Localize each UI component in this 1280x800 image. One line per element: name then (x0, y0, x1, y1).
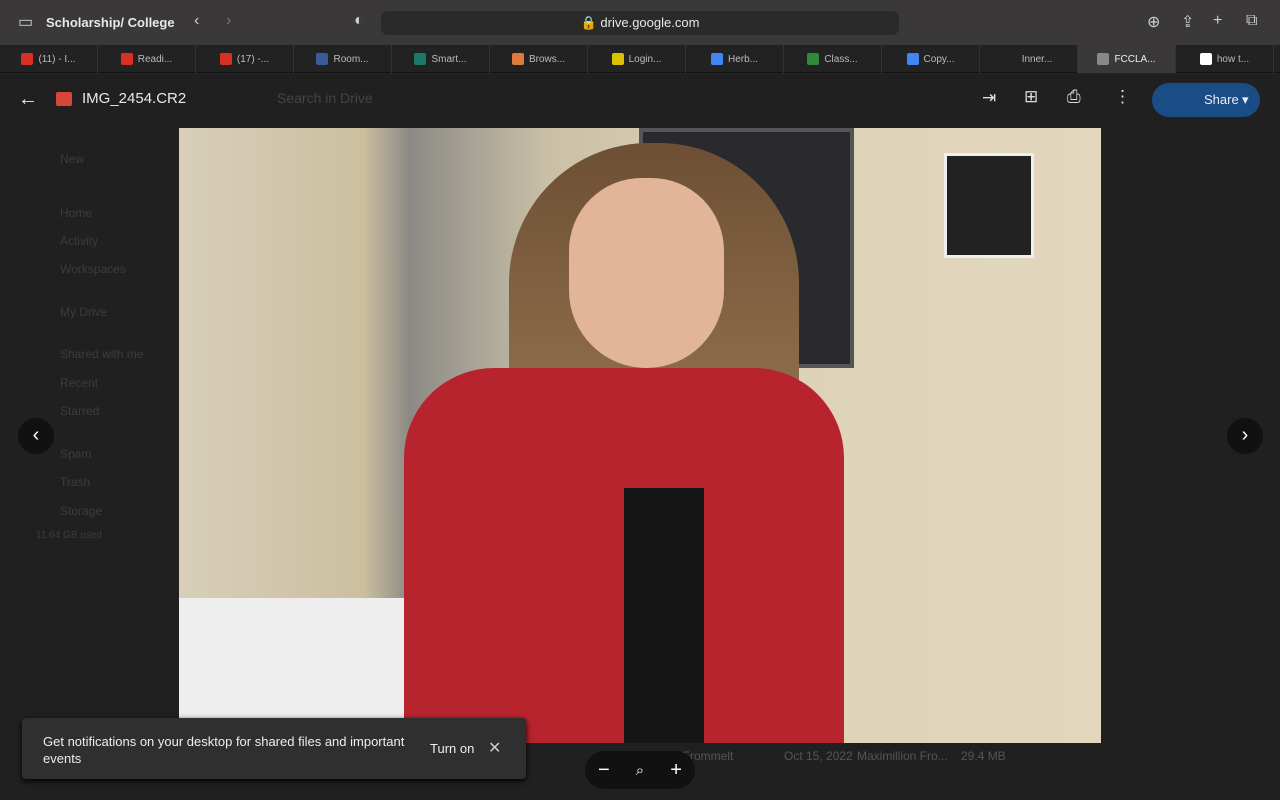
storage-used: 11.64 GB used (36, 530, 102, 541)
download-icon[interactable]: ⊕ (1147, 12, 1160, 32)
image-preview (179, 128, 1101, 743)
black-shirt (624, 488, 704, 743)
new-button[interactable]: New (60, 152, 84, 166)
search-input[interactable]: Search in Drive (277, 90, 373, 106)
share-label: Share (1204, 92, 1239, 107)
sidebar-item-shared-with-me[interactable]: Shared with me (60, 347, 143, 361)
back-icon[interactable]: ‹ (194, 12, 199, 30)
tab-label: Brows... (528, 53, 566, 65)
tab-label: (17) -... (236, 53, 270, 65)
face (569, 178, 724, 368)
close-icon[interactable]: ✕ (488, 738, 501, 758)
google-favicon-icon (1199, 53, 1212, 65)
row-size: 29.4 MB (961, 749, 1006, 763)
tab-label: FCCLA... (1114, 53, 1156, 65)
tab-label: how t... (1216, 53, 1250, 65)
new-tab-icon[interactable]: + (1213, 12, 1222, 30)
drive-app: ← IMG_2454.CR2 Search in Drive ⇥ ⊞ ⎙ ⋮ S… (0, 74, 1280, 800)
browser-tab[interactable]: Smart... (392, 45, 490, 73)
tab-overview-icon[interactable]: ⧉ (1246, 12, 1257, 30)
g-favicon-icon (1097, 53, 1110, 65)
tab-label: Herb... (727, 53, 758, 65)
browser-tab[interactable]: how t... (1176, 45, 1274, 73)
previous-button[interactable]: ‹ (18, 418, 54, 454)
toast-message: Get notifications on your desktop for sh… (43, 734, 405, 766)
sidebar-item-trash[interactable]: Trash (60, 475, 90, 489)
tab-label: Inner... (1021, 53, 1053, 65)
s-favicon-icon (414, 53, 427, 65)
sidebar-item-my-drive[interactable]: My Drive (60, 305, 107, 319)
share-dropdown-icon[interactable]: ▾ (1242, 83, 1249, 117)
tab-label: Readi... (137, 53, 173, 65)
star-favicon-icon (611, 53, 624, 65)
gmail-favicon-icon (219, 53, 232, 65)
sidebar-item-home[interactable]: Home (60, 206, 92, 220)
print-icon[interactable]: ⎙ (1067, 87, 1081, 107)
notification-toast: Get notifications on your desktop for sh… (22, 718, 526, 779)
tab-label: Login... (628, 53, 662, 65)
sidebar-item-storage[interactable]: Storage (60, 504, 102, 518)
add-comment-icon[interactable]: ⊞ (1024, 87, 1038, 107)
zoom-controls: − ⌕ + (585, 751, 695, 789)
tab-group-label[interactable]: Scholarship/ College (46, 15, 175, 30)
browser-tab[interactable]: Herb... (686, 45, 784, 73)
open-with-icon[interactable]: ⇥ (982, 88, 996, 108)
browser-tab[interactable]: Room... (294, 45, 392, 73)
address-bar[interactable]: 🔒 drive.google.com (381, 11, 899, 35)
poster (944, 153, 1034, 258)
gmail-favicon-icon (21, 53, 34, 65)
zoom-reset-icon[interactable]: ⌕ (636, 762, 644, 779)
browser-tab[interactable]: Login... (588, 45, 686, 73)
p-favicon-icon (511, 53, 524, 65)
docs-favicon-icon (710, 53, 723, 65)
sidebar-item-spam[interactable]: Spam (60, 447, 91, 461)
browser-tab[interactable]: Brows... (490, 45, 588, 73)
tab-label: Copy... (923, 53, 955, 65)
tab-label: Class... (824, 53, 858, 65)
more-options-icon[interactable]: ⋮ (1114, 87, 1131, 107)
docs-favicon-icon (906, 53, 919, 65)
sidebar-item-recent[interactable]: Recent (60, 376, 98, 390)
sidebar-item-starred[interactable]: Starred (60, 404, 99, 418)
tab-bar: (11) - I... Readi... (17) -... Room... Smart… (0, 45, 1280, 73)
share-button[interactable]: Share ▾ (1152, 83, 1260, 117)
tab-label: Smart... (431, 53, 467, 65)
none-favicon-icon (1004, 53, 1017, 65)
sidebar-toggle-icon[interactable]: ▭ (18, 12, 33, 32)
browser-tab[interactable]: Class... (784, 45, 882, 73)
browser-toolbar: ▭ Scholarship/ College ‹ › ◐ 🔒 drive.goo… (0, 0, 1280, 45)
tab-label: Room... (333, 53, 369, 65)
zoom-in-button[interactable]: + (670, 759, 682, 782)
image-file-icon (56, 92, 72, 106)
row-modified-by: Maximillion Fro... (857, 749, 948, 763)
file-name: IMG_2454.CR2 (82, 90, 187, 107)
browser-tab[interactable]: (17) -... (196, 45, 294, 73)
gmail-favicon-icon (120, 53, 133, 65)
browser-tab[interactable]: Copy... (882, 45, 980, 73)
forward-icon[interactable]: › (226, 12, 231, 30)
shield-icon[interactable]: ◐ (354, 12, 364, 30)
back-arrow-icon[interactable]: ← (18, 88, 38, 111)
next-button[interactable]: › (1227, 418, 1263, 454)
share-icon[interactable]: ⇪ (1181, 12, 1194, 32)
classroom-favicon-icon (807, 53, 820, 65)
turn-on-button[interactable]: Turn on (430, 741, 474, 756)
p-favicon-icon (316, 53, 329, 65)
browser-tab[interactable]: Inner... (980, 45, 1078, 73)
browser-tab[interactable]: Readi... (98, 45, 196, 73)
browser-tab[interactable]: (11) - I... (0, 45, 98, 73)
url-text: drive.google.com (600, 15, 700, 30)
zoom-out-button[interactable]: − (598, 759, 610, 782)
viewer-header: ← IMG_2454.CR2 Search in Drive ⇥ ⊞ ⎙ ⋮ S… (0, 74, 1280, 126)
tab-label: (11) - I... (38, 53, 76, 65)
sidebar-item-workspaces[interactable]: Workspaces (60, 262, 126, 276)
browser-tab[interactable]: FCCLA... (1078, 45, 1176, 73)
sidebar-item-activity[interactable]: Activity (60, 234, 98, 248)
row-date: Oct 15, 2022 (784, 749, 853, 763)
